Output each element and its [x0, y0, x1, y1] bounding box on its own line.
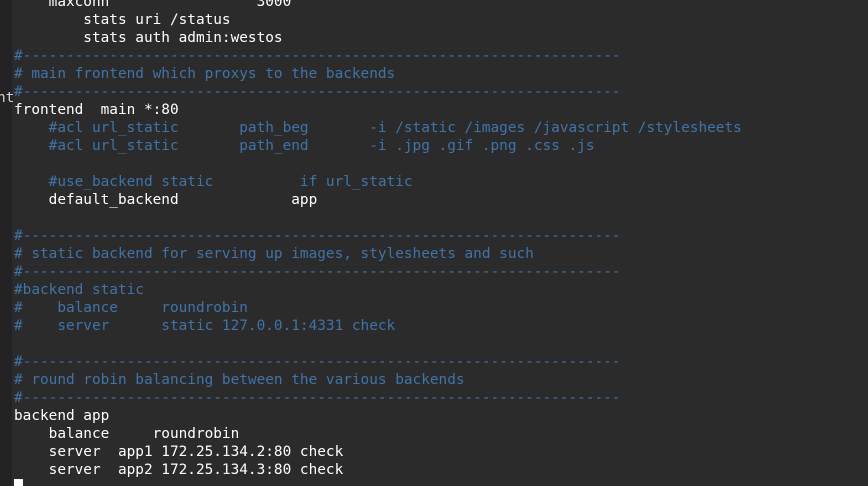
comment-line: #acl url_static path_end -i .jpg .gif .p… — [14, 138, 595, 154]
config-line — [14, 335, 868, 353]
config-line: balance roundrobin — [14, 426, 240, 442]
comment-line: #---------------------------------------… — [14, 264, 621, 280]
comment-line: #acl url_static path_beg -i /static /ima… — [14, 120, 742, 136]
config-line: default_backend app — [14, 192, 318, 208]
text-cursor — [14, 479, 23, 486]
comment-line: #backend static — [14, 282, 144, 298]
background-window-label: nt — [0, 90, 15, 106]
comment-line: #---------------------------------------… — [14, 228, 621, 244]
comment-line: #---------------------------------------… — [14, 84, 621, 100]
terminal-editor[interactable]: maxconn 3000 stats uri /status stats aut… — [14, 0, 868, 486]
comment-line: #use_backend static if url_static — [14, 174, 413, 190]
config-line — [14, 209, 868, 227]
file-content: maxconn 3000 stats uri /status stats aut… — [14, 0, 868, 479]
comment-line: # static backend for serving up images, … — [14, 246, 534, 262]
comment-line: # balance roundrobin — [14, 300, 248, 316]
config-line — [14, 155, 868, 173]
background-window-edge — [0, 0, 12, 486]
config-line: maxconn 3000 — [14, 0, 292, 10]
comment-line: #---------------------------------------… — [14, 48, 621, 64]
config-line: server app2 172.25.134.3:80 check — [14, 462, 344, 478]
config-line: backend app — [14, 408, 110, 424]
config-line: stats uri /status — [14, 12, 231, 28]
comment-line: # main frontend which proxys to the back… — [14, 66, 396, 82]
config-line: stats auth admin:westos — [14, 30, 283, 46]
comment-line: # server static 127.0.0.1:4331 check — [14, 318, 396, 334]
comment-line: #---------------------------------------… — [14, 354, 621, 370]
comment-line: #---------------------------------------… — [14, 390, 621, 406]
config-line: server app1 172.25.134.2:80 check — [14, 444, 344, 460]
comment-line: # round robin balancing between the vari… — [14, 372, 465, 388]
config-line: frontend main *:80 — [14, 102, 179, 118]
